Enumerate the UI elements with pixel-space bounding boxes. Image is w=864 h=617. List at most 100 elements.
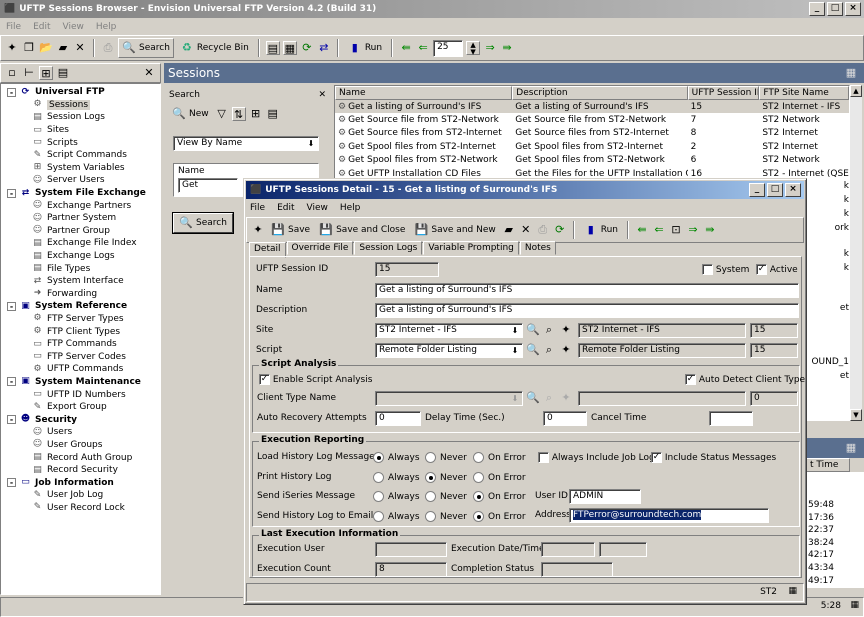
tree-item[interactable]: ▭ Sites <box>7 124 160 137</box>
detail-menu-help[interactable]: Help <box>340 203 361 213</box>
tab-variable-prompting[interactable]: Variable Prompting <box>423 241 519 255</box>
tree-expander-icon[interactable]: - <box>7 301 16 311</box>
site-lookup-icon[interactable]: 🔍 <box>526 323 540 337</box>
detail-view-icon[interactable]: ▦ <box>282 41 297 55</box>
sort-icon[interactable]: ⇅ <box>231 107 246 121</box>
tree-item[interactable]: ☺ Exchange Partners <box>7 199 160 212</box>
detail-delete-icon[interactable]: ✕ <box>519 223 533 237</box>
detail-maximize-button[interactable]: □ <box>767 183 783 197</box>
detail-refresh-icon[interactable]: ⟳ <box>553 223 567 237</box>
menu-view[interactable]: View <box>63 22 84 32</box>
refresh-icon[interactable]: ⟳ <box>300 41 314 55</box>
send-email-never-radio[interactable]: Never <box>425 510 467 522</box>
close-button[interactable]: × <box>845 2 861 16</box>
cancel-time-input[interactable] <box>709 411 753 426</box>
auto-detect-checkbox[interactable]: ✓ Auto Detect Client Type <box>685 374 805 385</box>
send-iseries-never-radio[interactable]: Never <box>425 491 467 502</box>
list-icon[interactable]: ▤ <box>56 66 70 80</box>
tree-item[interactable]: ✎ Script Commands <box>7 149 160 162</box>
tree-item[interactable]: ☺ Partner Group <box>7 225 160 238</box>
user-id-input[interactable]: ADMIN <box>569 489 641 504</box>
first-page-icon[interactable]: ⇚ <box>399 41 413 55</box>
tab-session-logs[interactable]: Session Logs <box>354 241 423 255</box>
auto-recovery-input[interactable]: 0 <box>375 411 421 426</box>
tree-item[interactable]: ▭ UFTP ID Numbers <box>7 388 160 401</box>
tree-item[interactable]: ⚙ FTP Server Types <box>7 313 160 326</box>
tree-item[interactable]: ☺ Partner System <box>7 212 160 225</box>
active-checkbox[interactable]: ✓ Active <box>756 264 798 275</box>
load-history-always-radio[interactable]: Always <box>373 452 420 463</box>
system-checkbox[interactable]: System <box>702 264 749 275</box>
detail-menu-file[interactable]: File <box>250 203 265 213</box>
page-spinner-icon[interactable]: ▲ ▼ <box>466 41 481 56</box>
tree-expander-icon[interactable]: - <box>7 415 16 425</box>
main-title-bar[interactable]: ⬛ UFTP Sessions Browser - Envision Unive… <box>0 0 864 18</box>
tree-expander-icon[interactable]: - <box>7 478 16 488</box>
detail-first-icon[interactable]: ⇚ <box>635 223 649 237</box>
tree-expander-icon[interactable]: - <box>7 188 16 198</box>
filter-icon[interactable]: ▽ <box>215 107 229 121</box>
print-history-on-error-radio[interactable]: On Error <box>473 471 526 483</box>
name-field[interactable]: Get a listing of Surround's IFS <box>375 283 799 298</box>
tree-item[interactable]: - ☻ Security <box>7 413 160 426</box>
detail-folder-icon[interactable]: ▰ <box>502 223 516 237</box>
copy-icon[interactable]: ❐ <box>22 41 36 55</box>
detail-menu-view[interactable]: View <box>307 203 328 213</box>
tab-override-file[interactable]: Override File <box>286 241 354 255</box>
close-search-icon[interactable]: ✕ <box>318 90 326 100</box>
detail-minimize-button[interactable]: _ <box>749 183 765 197</box>
tree-expander-icon[interactable]: - <box>7 377 16 387</box>
tree-item[interactable]: ✎ User Record Lock <box>7 502 160 515</box>
new-icon[interactable]: ✦ <box>5 41 19 55</box>
table-row[interactable]: ⚙ Get Spool files from ST2-Network Get Spo… <box>335 154 849 167</box>
script-find-icon[interactable]: ⌕ <box>542 343 556 357</box>
page-size-input[interactable]: 25 <box>433 39 464 57</box>
tree-item[interactable]: ⇄ System Interface <box>7 275 160 288</box>
tree-item[interactable]: ⚙ FTP Client Types <box>7 325 160 338</box>
send-email-on-error-radio[interactable]: On Error <box>473 510 526 522</box>
run-button[interactable]: ▮ Run <box>345 38 385 58</box>
tree-item[interactable]: ▭ Scripts <box>7 136 160 149</box>
tree-item[interactable]: - ▣ System Reference <box>7 300 160 313</box>
site-select[interactable]: ST2 Internet - IFS ⬇ <box>375 323 523 338</box>
send-email-always-radio[interactable]: Always <box>373 510 420 522</box>
notes-icon[interactable]: ▤ <box>266 107 280 121</box>
sessions-view-icon[interactable]: ▦ <box>844 66 858 80</box>
delete-icon[interactable]: ✕ <box>73 41 87 55</box>
address-input[interactable]: FTPerror@surroundtech.com <box>569 508 769 523</box>
detail-next-icon[interactable]: ⇒ <box>686 223 700 237</box>
tree-item[interactable]: ▤ Session Logs <box>7 111 160 124</box>
script-lookup-icon[interactable]: 🔍 <box>526 343 540 357</box>
print-history-always-radio[interactable]: Always <box>373 471 420 483</box>
tree-item[interactable]: ⊞ System Variables <box>7 162 160 175</box>
maximize-button[interactable]: □ <box>827 2 843 16</box>
tree-item[interactable]: ▤ Record Auth Group <box>7 451 160 464</box>
scroll-down-icon[interactable]: ▼ <box>850 409 862 421</box>
tree-item[interactable]: ▭ FTP Server Codes <box>7 350 160 363</box>
scroll-up-icon[interactable]: ▲ <box>850 85 862 97</box>
tree-item[interactable]: ▤ Exchange File Index <box>7 237 160 250</box>
next-page-icon[interactable]: ⇒ <box>483 41 497 55</box>
log-time-column[interactable]: t Time <box>806 458 850 472</box>
prev-page-icon[interactable]: ⇐ <box>416 41 430 55</box>
site-find-icon[interactable]: ⌕ <box>542 323 556 337</box>
new-search-button[interactable]: 🔍 New <box>169 104 212 124</box>
close-panel-icon[interactable]: ✕ <box>142 66 156 80</box>
table-row[interactable]: ⚙ Get Spool files from ST2-Internet Get Sp… <box>335 140 849 153</box>
tree-item[interactable]: ➜ Forwarding <box>7 288 160 301</box>
menu-file[interactable]: File <box>6 22 21 32</box>
tree-item[interactable]: - ⟳ Universal FTP <box>7 86 160 99</box>
grid-column-header[interactable]: Description <box>512 86 688 100</box>
load-history-never-radio[interactable]: Never <box>425 452 467 463</box>
search-execute-button[interactable]: 🔍 Search <box>172 212 234 234</box>
include-status-messages-checkbox[interactable]: ✓ Include Status Messages <box>651 452 776 463</box>
grid-column-header[interactable]: FTP Site Name <box>759 86 849 100</box>
detail-goto-icon[interactable]: ⊡ <box>669 223 683 237</box>
last-page-icon[interactable]: ⇛ <box>500 41 514 55</box>
tree-item[interactable]: ☺ User Groups <box>7 439 160 452</box>
name-criteria-input[interactable]: Get <box>178 178 238 193</box>
log-view-icon[interactable]: ▦ <box>844 441 858 455</box>
print-icon[interactable]: ⎙ <box>101 41 115 55</box>
save-button[interactable]: 💾 Save <box>268 220 313 240</box>
search-button[interactable]: 🔍 Search <box>118 38 174 58</box>
